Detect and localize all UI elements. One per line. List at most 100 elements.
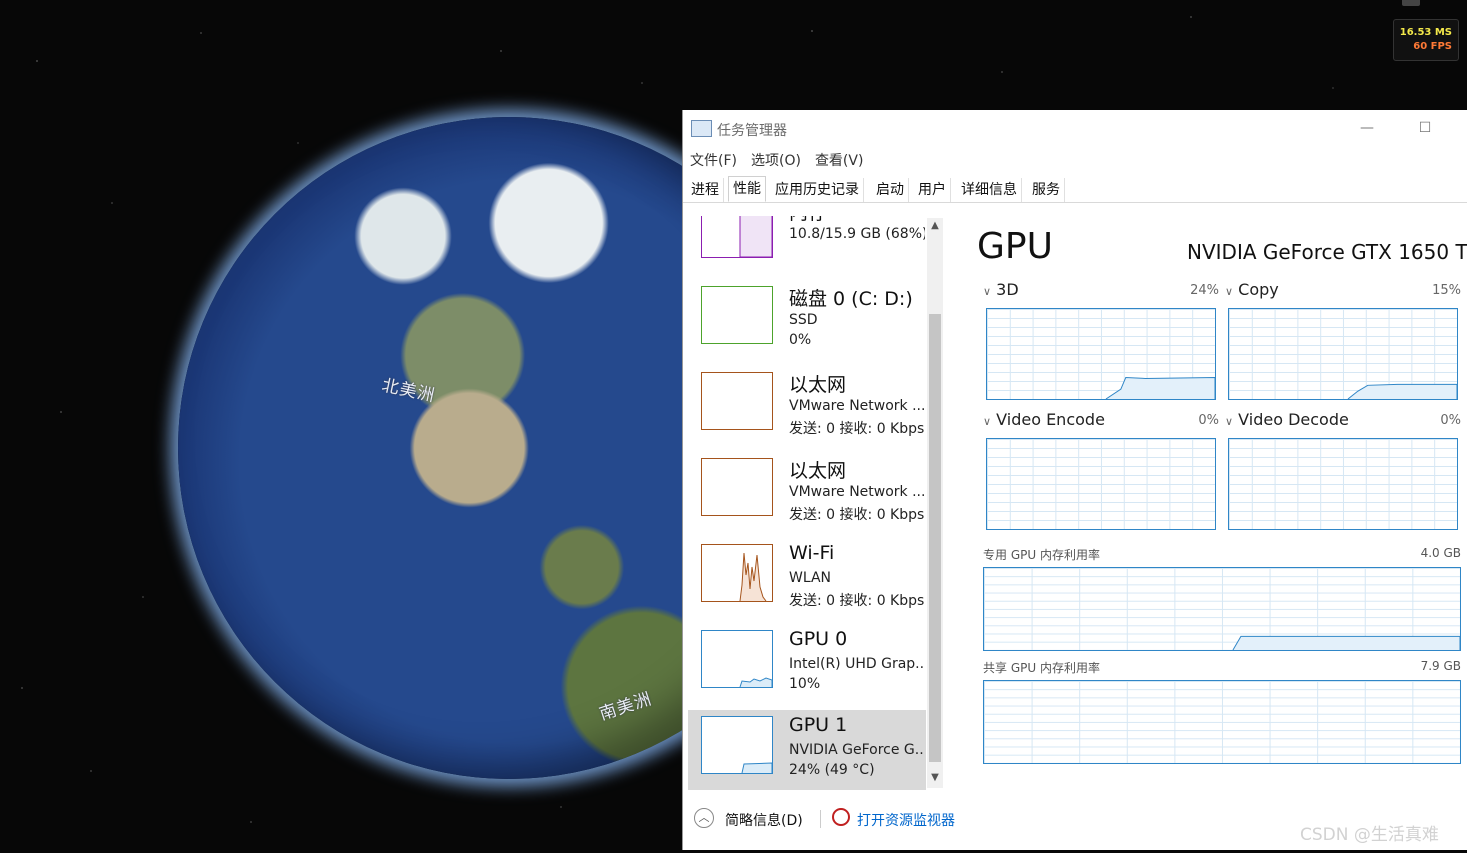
wifi-thumbnail: [701, 544, 773, 602]
tab-processes[interactable]: 进程: [687, 178, 724, 202]
gpu1-thumb-graph: [741, 762, 773, 774]
engine-percent: 24%: [1190, 283, 1219, 298]
resource-memory[interactable]: 内存 10.8/15.9 GB (68%): [688, 216, 926, 278]
graph-3d: [986, 308, 1216, 400]
tab-app-history[interactable]: 应用历史记录: [771, 178, 864, 202]
footer-separator: [820, 810, 821, 828]
engine-selector-copy[interactable]: ∨ Copy: [1225, 280, 1279, 299]
chevron-down-icon: ∨: [1225, 285, 1234, 298]
graph-shared-memory: [983, 680, 1461, 764]
dedicated-memory-max: 4.0 GB: [1420, 546, 1461, 560]
overlay-tab: [1402, 0, 1420, 6]
gpu0-thumbnail: [701, 630, 773, 688]
fps-overlay: 16.53 MS 60 FPS: [1393, 19, 1459, 61]
graph-3d-line: [1105, 376, 1215, 399]
resource-name: GPU 0: [789, 628, 848, 650]
wifi-thumb-graph: [739, 552, 767, 602]
tab-details[interactable]: 详细信息: [957, 178, 1022, 202]
tab-strip: 进程 性能 应用历史记录 启动 用户 详细信息 服务: [683, 176, 1467, 203]
scroll-up-arrow-icon[interactable]: ▲: [929, 220, 941, 231]
resource-ethernet-1[interactable]: 以太网 VMware Network ... 发送: 0 接收: 0 Kbps: [688, 366, 926, 450]
resource-monitor-icon: [832, 808, 850, 826]
engine-label: Video Decode: [1238, 410, 1349, 429]
graph-copy: [1228, 308, 1458, 400]
resource-disk[interactable]: 磁盘 0 (C: D:) SSD 0%: [688, 280, 926, 364]
resource-usage: 发送: 0 接收: 0 Kbps: [789, 593, 925, 609]
resource-detail: WLAN: [789, 570, 832, 586]
tab-services[interactable]: 服务: [1028, 178, 1065, 202]
resource-usage: 10%: [789, 676, 821, 692]
resource-detail: SSD: [789, 312, 818, 328]
minimize-button[interactable]: —: [1355, 116, 1379, 140]
gpu-title: GPU: [977, 226, 1053, 267]
resource-list: 内存 10.8/15.9 GB (68%) 磁盘 0 (C: D:) SSD 0…: [688, 216, 926, 790]
scrollbar-thumb[interactable]: [929, 314, 941, 762]
chevron-down-icon: ∨: [1225, 415, 1234, 428]
gpu-model-name: NVIDIA GeForce GTX 1650 Ti: [1187, 240, 1467, 264]
shared-memory-label: 共享 GPU 内存利用率: [983, 661, 1100, 675]
resource-name: GPU 1: [789, 714, 848, 736]
resource-detail: VMware Network ...: [789, 484, 925, 500]
resource-usage: 发送: 0 接收: 0 Kbps: [789, 421, 925, 437]
ethernet-thumbnail: [701, 458, 773, 516]
resource-detail: VMware Network ...: [789, 398, 925, 414]
scroll-down-arrow-icon[interactable]: ▼: [929, 772, 941, 783]
graph-video-encode: [986, 438, 1216, 530]
graph-copy-line: [1347, 383, 1457, 399]
resource-name: 磁盘 0 (C: D:): [789, 288, 913, 310]
resource-usage: 发送: 0 接收: 0 Kbps: [789, 507, 925, 523]
resource-detail: NVIDIA GeForce G...: [789, 742, 925, 758]
engine-label: Copy: [1238, 280, 1279, 299]
engine-label: 3D: [996, 280, 1019, 299]
window-title: 任务管理器: [717, 123, 787, 139]
menu-file[interactable]: 文件(F): [690, 153, 737, 169]
task-manager-icon: [691, 120, 712, 137]
maximize-button[interactable]: ☐: [1413, 116, 1437, 140]
gpu1-thumbnail: [701, 716, 773, 774]
resource-ethernet-2[interactable]: 以太网 VMware Network ... 发送: 0 接收: 0 Kbps: [688, 452, 926, 536]
engine-label: Video Encode: [996, 410, 1105, 429]
watermark: CSDN @生活真难: [1300, 825, 1439, 845]
gpu-detail-panel: GPU NVIDIA GeForce GTX 1650 Ti ∨ 3D 24% …: [975, 220, 1467, 780]
menu-bar: 文件(F) 选项(O) 查看(V): [690, 150, 877, 170]
resource-name: 以太网: [789, 460, 847, 482]
resource-name: 内存: [789, 216, 827, 225]
resource-wifi[interactable]: Wi-Fi WLAN 发送: 0 接收: 0 Kbps: [688, 538, 926, 622]
tab-users[interactable]: 用户: [914, 178, 951, 202]
resource-name: 以太网: [789, 374, 847, 396]
resource-usage: 24% (49 °C): [789, 762, 875, 778]
title-bar[interactable]: 任务管理器 — ☐: [683, 110, 1467, 146]
dedicated-memory-label: 专用 GPU 内存利用率: [983, 548, 1100, 562]
tab-performance[interactable]: 性能: [728, 176, 766, 202]
resource-gpu-0[interactable]: GPU 0 Intel(R) UHD Grap... 10%: [688, 624, 926, 708]
fewer-details-link[interactable]: 简略信息(D): [725, 810, 803, 830]
collapse-chevron-icon[interactable]: ︿: [694, 808, 714, 828]
memory-thumbnail: [701, 216, 773, 258]
engine-selector-3d[interactable]: ∨ 3D: [983, 280, 1019, 299]
resource-detail: 10.8/15.9 GB (68%): [789, 226, 925, 242]
memory-thumb-graph: [739, 216, 773, 258]
tab-startup[interactable]: 启动: [872, 178, 909, 202]
graph-dedicated-line: [1232, 635, 1460, 650]
engine-percent: 0%: [1198, 413, 1219, 428]
gpu0-thumb-graph: [739, 677, 773, 688]
resource-gpu-1[interactable]: GPU 1 NVIDIA GeForce G... 24% (49 °C): [688, 710, 926, 790]
graph-dedicated-memory: [983, 567, 1461, 651]
open-resource-monitor-link[interactable]: 打开资源监视器: [857, 810, 955, 830]
shared-memory-max: 7.9 GB: [1420, 659, 1461, 673]
resource-list-scrollbar[interactable]: ▲ ▼: [927, 218, 943, 788]
disk-thumbnail: [701, 286, 773, 344]
fps-value: 60 FPS: [1413, 41, 1452, 52]
engine-percent: 15%: [1432, 283, 1461, 298]
resource-detail: Intel(R) UHD Grap...: [789, 656, 925, 672]
engine-selector-video-encode[interactable]: ∨ Video Encode: [983, 410, 1105, 429]
resource-usage: 0%: [789, 332, 812, 348]
chevron-down-icon: ∨: [983, 285, 992, 298]
task-manager-window: 任务管理器 — ☐ 文件(F) 选项(O) 查看(V) 进程 性能 应用历史记录 启…: [682, 110, 1467, 850]
engine-selector-video-decode[interactable]: ∨ Video Decode: [1225, 410, 1349, 429]
graph-video-decode: [1228, 438, 1458, 530]
menu-options[interactable]: 选项(O): [751, 153, 801, 169]
chevron-down-icon: ∨: [983, 415, 992, 428]
menu-view[interactable]: 查看(V): [815, 153, 864, 169]
resource-name: Wi-Fi: [789, 542, 835, 564]
